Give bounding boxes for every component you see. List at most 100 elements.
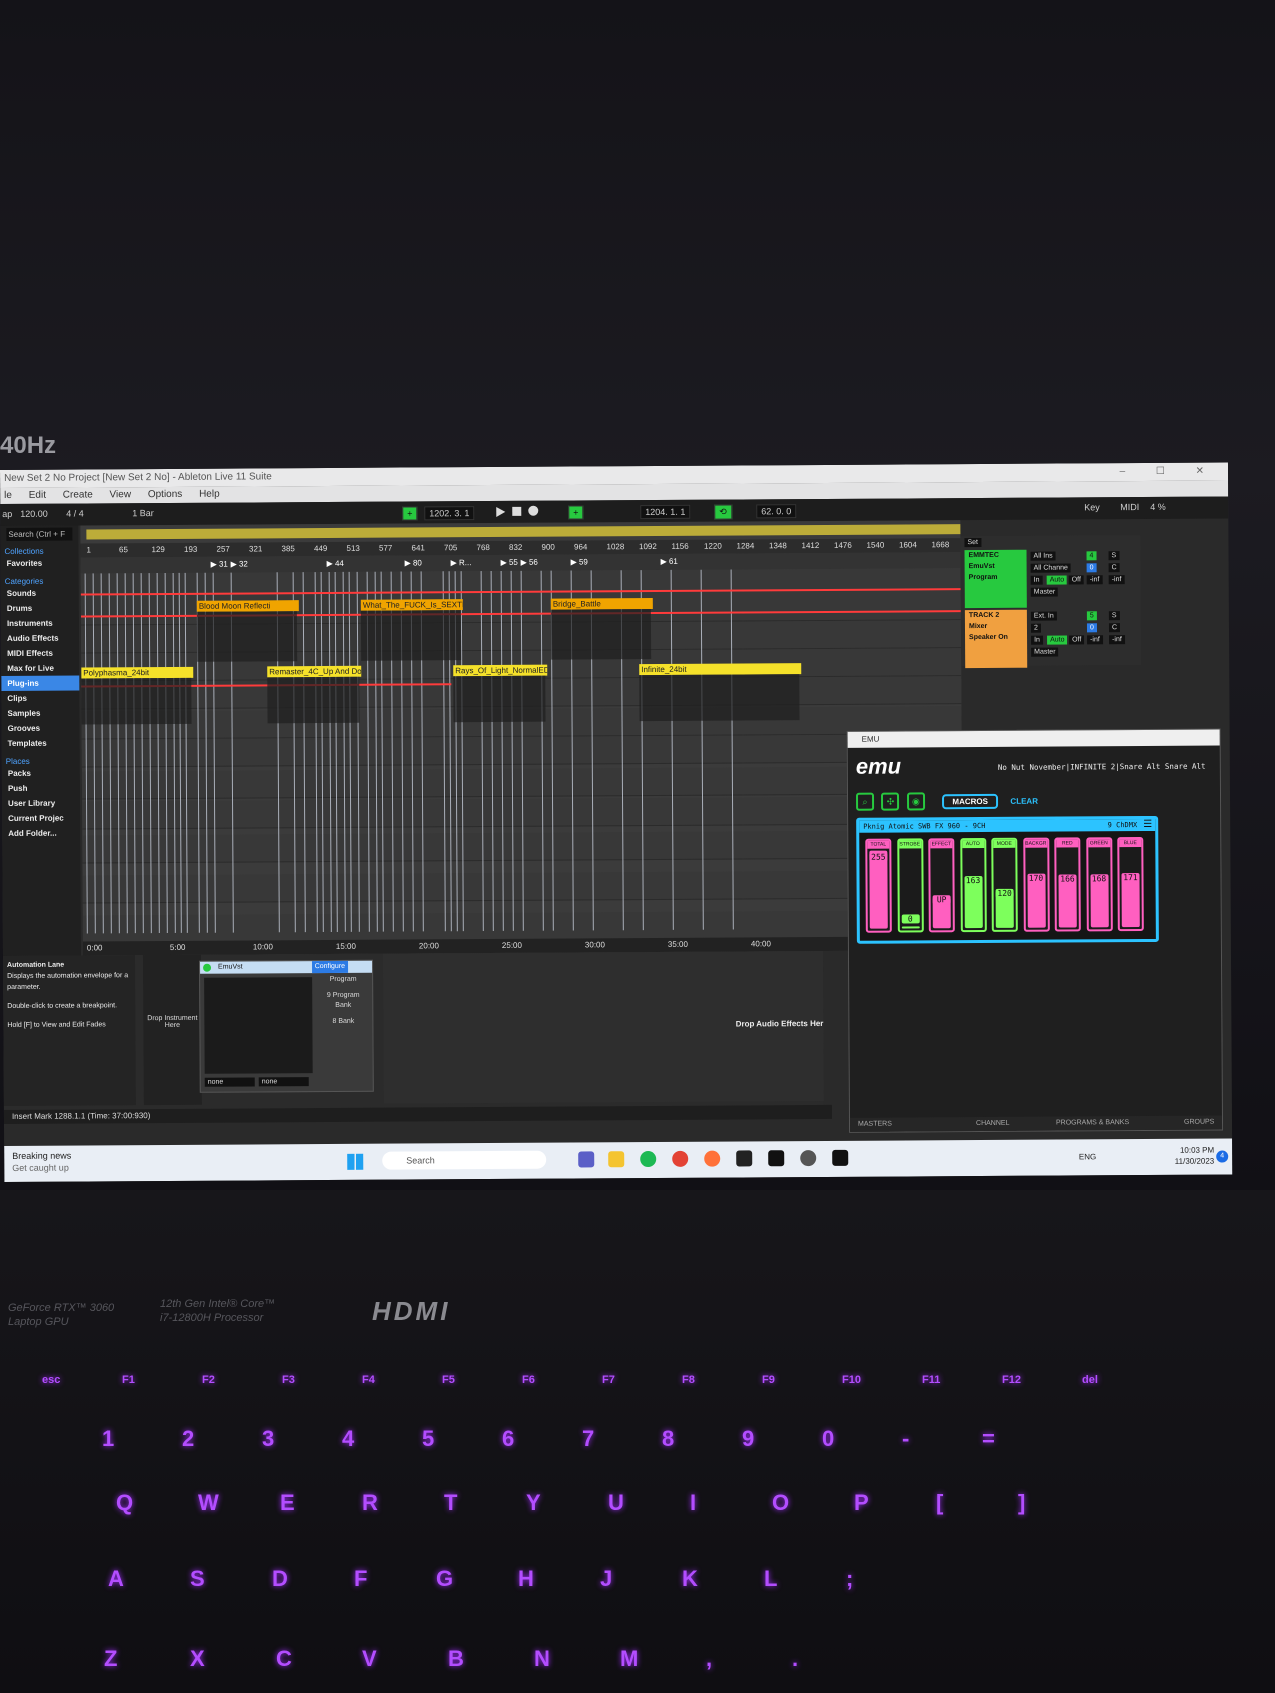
scene-icon[interactable]: ✣ bbox=[881, 792, 900, 811]
letter-key[interactable]: B bbox=[448, 1646, 464, 1672]
drop-audio-effects-zone[interactable]: Drop Audio Effects Her bbox=[382, 950, 824, 1104]
fader-auto[interactable]: AUTO 163 bbox=[959, 837, 987, 933]
letter-key[interactable]: I bbox=[690, 1490, 696, 1516]
tap-button[interactable]: ap bbox=[2, 509, 12, 519]
browser-item-drums[interactable]: Drums bbox=[1, 601, 79, 616]
input-channel-select[interactable]: All Channe bbox=[1030, 563, 1071, 573]
letter-key[interactable]: H bbox=[518, 1566, 534, 1592]
letter-key[interactable]: M bbox=[620, 1646, 638, 1672]
midi-map-button[interactable]: MIDI bbox=[1120, 502, 1139, 512]
news-widget[interactable]: Breaking news Get caught up bbox=[12, 1150, 71, 1174]
number-key[interactable]: 5 bbox=[422, 1426, 434, 1452]
pan-field[interactable]: C bbox=[1108, 623, 1121, 633]
stop-button[interactable] bbox=[512, 506, 522, 516]
ableton-live-2-icon[interactable] bbox=[832, 1149, 849, 1166]
locator-marker[interactable]: ▶ 44 bbox=[327, 559, 344, 568]
song-position-field[interactable]: 1202. 3. 1 bbox=[424, 506, 475, 521]
loop-switch[interactable]: ⟲ bbox=[714, 504, 732, 520]
monitor-auto[interactable]: Auto bbox=[1047, 635, 1068, 645]
send-a[interactable]: -inf bbox=[1087, 635, 1103, 645]
tab-channel[interactable]: CHANNEL bbox=[976, 1120, 1009, 1127]
volume-field[interactable]: 0 bbox=[1086, 563, 1097, 573]
monitor-in[interactable]: In bbox=[1031, 635, 1043, 645]
track-activator[interactable]: 4 bbox=[1086, 551, 1097, 561]
number-key[interactable]: 9 bbox=[742, 1426, 754, 1452]
param-bank[interactable]: Bank bbox=[316, 1001, 370, 1011]
play-button[interactable] bbox=[496, 506, 506, 517]
fader-strobe[interactable]: STROBE 0 bbox=[896, 838, 924, 933]
fader-backgr[interactable]: BACKGR 170 bbox=[1022, 837, 1050, 932]
browser-item-audio-effects[interactable]: Audio Effects bbox=[1, 631, 79, 646]
track-device[interactable]: EmuVst bbox=[965, 561, 1027, 572]
number-key[interactable]: 3 bbox=[262, 1426, 274, 1452]
drop-instrument-zone[interactable]: Drop Instrument Here bbox=[142, 954, 202, 1106]
letter-key[interactable]: Z bbox=[104, 1646, 117, 1672]
send-a[interactable]: -inf bbox=[1086, 575, 1103, 585]
emuvst-device[interactable]: EmuVst Configure Program 9 Program Bank … bbox=[199, 959, 374, 1093]
tab-programs-banks[interactable]: PROGRAMS & BANKS bbox=[1056, 1119, 1129, 1126]
browser-item-max-for-live[interactable]: Max for Live bbox=[1, 661, 79, 676]
punch-field[interactable]: 62. 0. 0 bbox=[756, 504, 797, 519]
notification-badge[interactable]: 4 bbox=[1216, 1150, 1229, 1163]
emu-app-icon[interactable] bbox=[736, 1150, 753, 1167]
browser-item-packs[interactable]: Packs bbox=[2, 766, 80, 781]
monitor-auto[interactable]: Auto bbox=[1046, 575, 1068, 585]
tab-masters[interactable]: MASTERS bbox=[858, 1121, 892, 1128]
letter-key[interactable]: W bbox=[198, 1490, 219, 1516]
menu-create[interactable]: Create bbox=[63, 489, 93, 500]
function-key[interactable]: F5 bbox=[442, 1374, 455, 1386]
letter-key[interactable]: S bbox=[190, 1566, 205, 1592]
browser-item-instruments[interactable]: Instruments bbox=[1, 616, 79, 631]
output-select[interactable]: Master bbox=[1031, 647, 1059, 657]
browser-item-plug-ins[interactable]: Plug-ins bbox=[1, 675, 80, 691]
function-key[interactable]: F6 bbox=[522, 1374, 535, 1386]
monitor-in[interactable]: In bbox=[1030, 575, 1043, 585]
track-chain[interactable]: Speaker On bbox=[965, 632, 1027, 643]
function-key[interactable]: F1 bbox=[122, 1374, 135, 1386]
pan-field[interactable]: C bbox=[1108, 563, 1120, 573]
plugin-preview[interactable] bbox=[204, 977, 313, 1074]
audio-clip[interactable]: Blood Moon Reflecti bbox=[196, 600, 299, 612]
function-key[interactable]: F8 bbox=[682, 1374, 695, 1386]
browser-search-input[interactable]: Search (Ctrl + F bbox=[6, 527, 73, 541]
settings-icon[interactable] bbox=[800, 1150, 817, 1167]
track-chain[interactable]: Program bbox=[965, 572, 1027, 583]
menu-edit[interactable]: Edit bbox=[29, 490, 46, 501]
arrangement-overview[interactable] bbox=[86, 522, 963, 540]
letter-key[interactable]: ] bbox=[1018, 1490, 1025, 1516]
loop-length-field[interactable]: 1204. 1. 1 bbox=[640, 504, 691, 520]
browser-item-push[interactable]: Push bbox=[2, 781, 80, 796]
param-program-value[interactable]: 9 Program bbox=[316, 991, 370, 1001]
function-key[interactable]: F9 bbox=[762, 1374, 775, 1386]
letter-key[interactable]: N bbox=[534, 1646, 550, 1672]
letter-key[interactable]: T bbox=[444, 1490, 457, 1516]
monitor-off[interactable]: Off bbox=[1069, 635, 1085, 645]
arrangement-record-button[interactable]: + bbox=[402, 506, 418, 521]
fader-red[interactable]: RED 166 bbox=[1054, 837, 1081, 932]
file-explorer-icon[interactable] bbox=[608, 1151, 625, 1168]
browser-item-samples[interactable]: Samples bbox=[1, 706, 79, 721]
macros-button[interactable]: MACROS bbox=[942, 793, 999, 810]
device-select-b[interactable]: none bbox=[258, 1077, 309, 1087]
track-2[interactable]: TRACK 2 Mixer Speaker On bbox=[964, 609, 1028, 669]
arrangement-view[interactable]: 1 65 129 193 257 321 385 449 513 577 641 705 768 832 9… bbox=[80, 520, 963, 956]
device-power-icon[interactable] bbox=[203, 963, 212, 972]
function-key[interactable]: F2 bbox=[202, 1374, 215, 1386]
menu-options[interactable]: Options bbox=[148, 489, 183, 500]
fader-green[interactable]: GREEN 168 bbox=[1085, 837, 1113, 932]
volume-field[interactable]: 0 bbox=[1086, 623, 1097, 633]
meter-field[interactable]: 4 / 4 bbox=[66, 508, 84, 518]
clear-button[interactable]: CLEAR bbox=[1010, 797, 1038, 806]
param-program[interactable]: Program bbox=[316, 975, 370, 985]
audio-clip[interactable]: What_The_FUCK_Is_SEXTR bbox=[360, 599, 463, 611]
monitor-off[interactable]: Off bbox=[1068, 575, 1084, 585]
locator-marker[interactable]: ▶ R... bbox=[451, 558, 472, 567]
letter-key[interactable]: P bbox=[854, 1490, 869, 1516]
letter-key[interactable]: L bbox=[764, 1566, 777, 1592]
start-button[interactable] bbox=[347, 1153, 364, 1170]
locator-marker[interactable]: ▶ 32 bbox=[231, 559, 248, 568]
window-controls[interactable]: – ☐ ✕ bbox=[1120, 463, 1219, 482]
function-key[interactable]: F12 bbox=[1002, 1374, 1021, 1386]
spotify-icon[interactable] bbox=[640, 1151, 657, 1168]
number-key[interactable]: 4 bbox=[342, 1426, 354, 1452]
